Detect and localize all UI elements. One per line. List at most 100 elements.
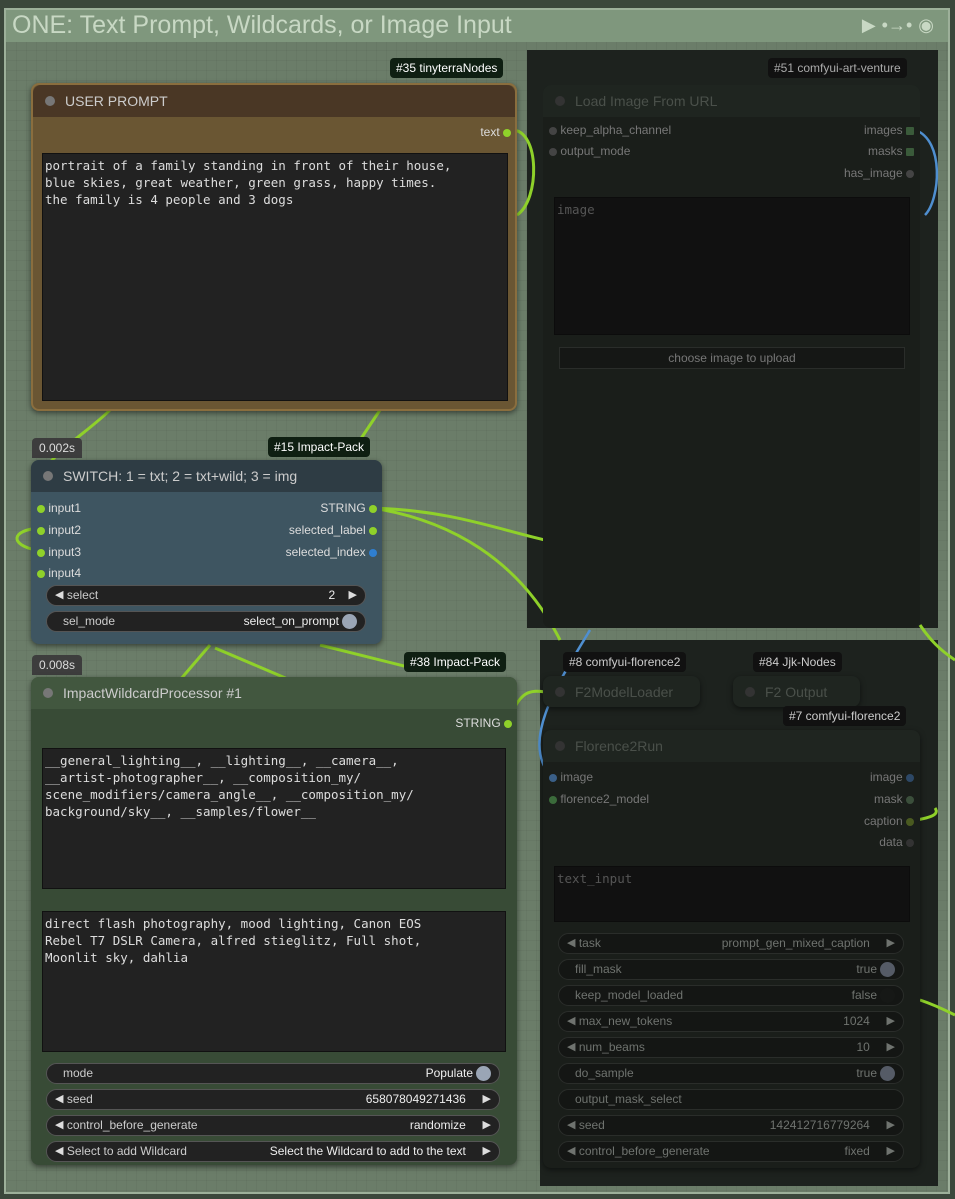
collapse-dot-icon[interactable]	[555, 96, 565, 106]
slot-dot-icon[interactable]	[906, 169, 914, 178]
node-title[interactable]: F2ModelLoader	[543, 676, 700, 708]
node-title[interactable]: Florence2Run	[543, 730, 920, 762]
populated-text-textarea[interactable]: direct flash photography, mood lighting,…	[42, 911, 506, 1052]
user-prompt-node[interactable]: USER PROMPT text portrait of a family st…	[31, 83, 517, 411]
slot-dot-icon[interactable]	[549, 795, 557, 804]
output-image[interactable]: image	[870, 770, 914, 784]
toggle-knob-icon[interactable]	[342, 614, 357, 629]
arrow-left-icon[interactable]: ◀	[567, 1012, 575, 1031]
slot-dot-icon[interactable]	[906, 817, 914, 826]
seed-widget[interactable]: ◀ seed 658078049271436 ▶	[46, 1089, 500, 1110]
upload-button[interactable]: choose image to upload	[559, 347, 905, 369]
arrow-right-icon[interactable]: ▶	[887, 934, 895, 953]
collapse-dot-icon[interactable]	[45, 96, 55, 106]
output-caption[interactable]: caption	[864, 814, 914, 828]
arrow-right-icon[interactable]: ▶	[483, 1090, 491, 1109]
grid-slot-icon[interactable]	[906, 126, 914, 135]
widget-seed[interactable]: ◀ seed 142412716779264 ▶	[558, 1115, 904, 1136]
collapse-dot-icon[interactable]	[555, 687, 565, 697]
toggle-knob-icon[interactable]	[880, 1066, 895, 1081]
slot-dot-icon[interactable]	[906, 773, 914, 782]
arrow-left-icon[interactable]: ◀	[567, 934, 575, 953]
collapse-dot-icon[interactable]	[555, 741, 565, 751]
f2-output-node[interactable]: F2 Output	[733, 676, 860, 707]
input-input4[interactable]: input4	[37, 566, 81, 580]
output-masks[interactable]: masks	[868, 144, 914, 158]
arrow-left-icon[interactable]: ◀	[55, 1116, 63, 1135]
widget-num-beams[interactable]: ◀ num_beams 10 ▶	[558, 1037, 904, 1058]
slot-dot-icon[interactable]	[549, 773, 557, 782]
arrow-right-icon[interactable]: ▶	[887, 1012, 895, 1031]
arrow-left-icon[interactable]: ◀	[55, 1142, 63, 1161]
output-images[interactable]: images	[864, 123, 914, 137]
widget-max-new-tokens[interactable]: ◀ max_new_tokens 1024 ▶	[558, 1011, 904, 1032]
slot-dot-icon[interactable]	[549, 126, 557, 135]
slot-dot-icon[interactable]	[37, 526, 45, 535]
input-florence2-model[interactable]: florence2_model	[549, 792, 649, 806]
node-title[interactable]: SWITCH: 1 = txt; 2 = txt+wild; 3 = img	[31, 460, 382, 492]
slot-dot-icon[interactable]	[504, 719, 512, 728]
image-url-textarea[interactable]: image	[554, 197, 910, 335]
output-text[interactable]: text	[480, 125, 511, 139]
toggle-knob-icon[interactable]	[880, 988, 895, 1003]
node-title[interactable]: USER PROMPT	[33, 85, 515, 117]
wildcard-processor-node[interactable]: ImpactWildcardProcessor #1 STRING __gene…	[31, 677, 517, 1165]
output-mask[interactable]: mask	[874, 792, 914, 806]
prompt-textarea[interactable]: portrait of a family standing in front o…	[42, 153, 508, 401]
collapse-dot-icon[interactable]	[43, 471, 53, 481]
arrow-right-icon[interactable]: ▶	[483, 1142, 491, 1161]
input-input1[interactable]: input1	[37, 501, 81, 515]
widget-do-sample[interactable]: do_sample true	[558, 1063, 904, 1084]
florence2-run-node[interactable]: Florence2Run image florence2_model image…	[543, 730, 920, 1168]
node-title[interactable]: Load Image From URL	[543, 85, 920, 117]
input-keep-alpha-channel[interactable]: keep_alpha_channel	[549, 123, 671, 137]
control-before-generate-combo[interactable]: ◀ control_before_generate randomize ▶	[46, 1115, 500, 1136]
load-image-from-url-node[interactable]: Load Image From URL keep_alpha_channel o…	[543, 85, 920, 628]
arrow-left-icon[interactable]: ◀	[567, 1038, 575, 1057]
output-string[interactable]: STRING	[320, 501, 377, 515]
grid-slot-icon[interactable]	[906, 147, 914, 156]
slot-dot-icon[interactable]	[549, 147, 557, 156]
slot-dot-icon[interactable]	[503, 128, 511, 137]
slot-dot-icon[interactable]	[37, 569, 45, 578]
widget-fill-mask[interactable]: fill_mask true	[558, 959, 904, 980]
arrow-left-icon[interactable]: ◀	[567, 1116, 575, 1135]
arrow-right-icon[interactable]: ▶	[887, 1038, 895, 1057]
slot-dot-icon[interactable]	[906, 838, 914, 847]
arrow-left-icon[interactable]: ◀	[55, 1090, 63, 1109]
output-selected-index[interactable]: selected_index	[286, 545, 377, 559]
arrow-right-icon[interactable]: ▶	[483, 1116, 491, 1135]
sel-mode-toggle[interactable]: sel_mode select_on_prompt	[46, 611, 366, 632]
output-selected-label[interactable]: selected_label	[289, 523, 377, 537]
input-input2[interactable]: input2	[37, 523, 81, 537]
widget-output-mask-select[interactable]: output_mask_select	[558, 1089, 904, 1110]
widget-control-before-generate[interactable]: ◀ control_before_generate fixed ▶	[558, 1141, 904, 1162]
arrow-right-icon[interactable]: ▶	[349, 586, 357, 605]
widget-task[interactable]: ◀ task prompt_gen_mixed_caption ▶	[558, 933, 904, 954]
toggle-knob-icon[interactable]	[880, 962, 895, 977]
output-has-image[interactable]: has_image	[844, 166, 914, 180]
arrow-right-icon[interactable]: ▶	[887, 1116, 895, 1135]
switch-node[interactable]: SWITCH: 1 = txt; 2 = txt+wild; 3 = img i…	[31, 460, 382, 644]
output-string[interactable]: STRING	[455, 716, 512, 730]
slot-dot-icon[interactable]	[369, 504, 377, 513]
arrow-left-icon[interactable]: ◀	[567, 1142, 575, 1161]
input-image[interactable]: image	[549, 770, 593, 784]
slot-dot-icon[interactable]	[37, 504, 45, 513]
collapse-dot-icon[interactable]	[43, 688, 53, 698]
slot-dot-icon[interactable]	[369, 526, 377, 535]
collapse-dot-icon[interactable]	[745, 687, 755, 697]
toggle-knob-icon[interactable]	[476, 1066, 491, 1081]
arrow-left-icon[interactable]: ◀	[55, 586, 63, 605]
f2-model-loader-node[interactable]: F2ModelLoader	[543, 676, 700, 707]
input-output-mode[interactable]: output_mode	[549, 144, 630, 158]
arrow-right-icon[interactable]: ▶	[887, 1142, 895, 1161]
wildcard-text-textarea[interactable]: __general_lighting__, __lighting__, __ca…	[42, 748, 506, 889]
output-data[interactable]: data	[879, 835, 914, 849]
node-title[interactable]: ImpactWildcardProcessor #1	[31, 677, 517, 709]
slot-dot-icon[interactable]	[37, 548, 45, 557]
slot-dot-icon[interactable]	[906, 795, 914, 804]
input-input3[interactable]: input3	[37, 545, 81, 559]
widget-keep-model-loaded[interactable]: keep_model_loaded false	[558, 985, 904, 1006]
slot-dot-icon[interactable]	[369, 548, 377, 557]
